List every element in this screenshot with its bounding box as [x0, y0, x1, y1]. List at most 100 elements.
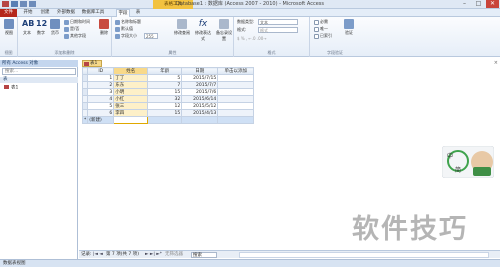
- record-nav-label: 记录:: [81, 252, 92, 257]
- tab-file[interactable]: 文件: [0, 9, 17, 17]
- column-header-add[interactable]: 单击以添加: [217, 67, 255, 75]
- group-add-delete: AB 文本 12 数字 货币 日期和时间 是/否 其他字段 删除 添加和删除: [18, 17, 112, 57]
- text-field-button[interactable]: AB 文本: [21, 19, 35, 41]
- validation-icon: [344, 19, 354, 29]
- watermark: 软件技巧: [352, 214, 468, 245]
- ribbon-tabs: 文件 开始 创建 外部数据 数据库工具 字段 表: [0, 9, 500, 17]
- maximize-button[interactable]: □: [472, 0, 485, 8]
- required-checkbox[interactable]: 必需: [314, 19, 328, 25]
- tab-database-tools[interactable]: 数据库工具: [79, 9, 107, 17]
- tab-table1[interactable]: 表1: [82, 60, 102, 67]
- default-value-icon: [115, 26, 120, 32]
- status-text: 数据表视图: [3, 261, 26, 266]
- ime-toolbar[interactable]: 中 简: [442, 146, 494, 178]
- tab-home[interactable]: 开始: [20, 9, 36, 17]
- tab-fields[interactable]: 字段: [116, 9, 130, 17]
- table-icon: [84, 62, 89, 66]
- text-ab-icon: AB: [22, 19, 35, 28]
- nav-search-input[interactable]: 搜索...: [2, 68, 76, 75]
- more-fields-button[interactable]: 其他字段: [64, 33, 86, 39]
- unique-checkbox[interactable]: 唯一: [314, 26, 328, 32]
- data-type-select[interactable]: 文本: [258, 19, 298, 25]
- column-header-age[interactable]: 年龄: [147, 67, 183, 75]
- field-size-icon: [115, 33, 120, 39]
- table-row[interactable]: 1 丁丁 5 2015/7/15: [81, 74, 255, 82]
- record-search-input[interactable]: 搜索: [191, 252, 217, 258]
- table-row[interactable]: 5 张三 12 2015/5/12: [81, 102, 255, 110]
- tab-create[interactable]: 创建: [38, 9, 52, 17]
- delete-icon: [99, 19, 109, 29]
- column-header-name[interactable]: 姓名: [113, 67, 149, 75]
- table-row[interactable]: 2 东东 7 2015/7/7: [81, 81, 255, 89]
- close-document-icon[interactable]: ×: [494, 60, 498, 66]
- minimize-button[interactable]: –: [458, 0, 471, 8]
- calendar-icon: [64, 19, 69, 25]
- yes-no-button[interactable]: 是/否: [64, 26, 79, 32]
- next-record-icon[interactable]: ► ►| ►*: [145, 251, 162, 259]
- modify-expression-button[interactable]: fx 修改表达式: [194, 19, 212, 41]
- nav-pane-header[interactable]: 所有 Access 对象: [0, 60, 78, 67]
- currency-field-button[interactable]: 货币: [49, 19, 61, 41]
- checkbox-icon: [314, 26, 319, 32]
- view-button[interactable]: 视图: [3, 19, 15, 41]
- field-size-label: 字段大小: [115, 33, 137, 39]
- tab-table[interactable]: 表: [133, 9, 143, 17]
- record-position[interactable]: 第 7 项(共 7 项): [106, 251, 139, 259]
- new-record-row[interactable]: * (新建): [81, 116, 255, 124]
- title-bar: 表格工具 Database1 : 数据库 (Access 2007 - 2010…: [0, 0, 500, 9]
- navigation-pane: 所有 Access 对象 搜索... 表 表1: [0, 60, 78, 259]
- format-select[interactable]: 格式: [258, 27, 298, 33]
- date-time-button[interactable]: 日期和时间: [64, 19, 90, 25]
- group-formatting: 数据类型: 文本 格式: 格式 $ % , ←.0 .00→ 格式: [234, 17, 310, 57]
- group-properties: 名称和标题 默认值 字段大小 255 修改查阅 fx 修改表达式 备忘录设置 属…: [112, 17, 234, 57]
- number-12-icon: 12: [36, 19, 48, 28]
- ribbon: 视图 视图 AB 文本 12 数字 货币 日期和时间 是/否 其他字段 删除 添…: [0, 17, 500, 57]
- checkbox-icon: [314, 19, 319, 25]
- column-header-date[interactable]: 日期: [181, 67, 219, 75]
- data-type-label: 数据类型:: [237, 19, 255, 24]
- table-row[interactable]: 4 小红 32 2015/6/14: [81, 95, 255, 103]
- lookup-icon: [177, 19, 187, 29]
- table-icon: [4, 85, 9, 89]
- checkbox-icon: [64, 26, 69, 32]
- close-button[interactable]: ✕: [486, 0, 499, 8]
- ime-mode-char: 中: [447, 152, 453, 160]
- table-row[interactable]: 3 小明 15 2015/7/6: [81, 88, 255, 96]
- field-size-input[interactable]: 255: [144, 33, 158, 39]
- indexed-checkbox[interactable]: 已索引: [314, 33, 332, 39]
- datasheet: ID 姓名 年龄 日期 单击以添加 1 丁丁 5 2015/7/15 2 东东 7 2015…: [81, 67, 255, 124]
- group-field-validation: 必需 唯一 已索引 验证 字段验证: [310, 17, 360, 57]
- name-tag-icon: [115, 19, 120, 25]
- default-value-button[interactable]: 默认值: [115, 26, 133, 32]
- table-row[interactable]: 6 李四 15 2015/4/13: [81, 109, 255, 117]
- record-navigator: 记录: |◄ ◄ 第 7 项(共 7 项) ► ►| ►* 无筛选器 搜索: [79, 250, 500, 258]
- validation-button[interactable]: 验证: [342, 19, 356, 41]
- new-record-label[interactable]: (新建): [87, 116, 115, 124]
- memo-icon: [219, 19, 229, 29]
- delete-field-button[interactable]: 删除: [98, 19, 110, 41]
- more-fields-icon: [64, 33, 69, 39]
- column-header-id[interactable]: ID: [87, 67, 115, 75]
- ime-script-char: 简: [455, 166, 461, 174]
- checkbox-icon: [314, 33, 319, 39]
- memo-settings-button[interactable]: 备忘录设置: [215, 19, 233, 41]
- first-record-icon[interactable]: |◄ ◄: [93, 251, 103, 259]
- datasheet-view-icon: [4, 19, 14, 29]
- nav-group-tables[interactable]: 表: [0, 77, 78, 83]
- currency-icon: [50, 19, 60, 29]
- name-caption-button[interactable]: 名称和标题: [115, 19, 141, 25]
- active-cell[interactable]: [113, 116, 149, 124]
- number-field-button[interactable]: 12 数字: [35, 19, 47, 41]
- group-views: 视图 视图: [0, 17, 18, 57]
- filter-indicator[interactable]: 无筛选器: [165, 251, 183, 259]
- fx-icon: fx: [198, 19, 208, 29]
- window-title: Database1 : 数据库 (Access 2007 - 2010) - M…: [176, 1, 324, 7]
- tab-external-data[interactable]: 外部数据: [55, 9, 77, 17]
- format-label: 格式:: [237, 27, 247, 32]
- nav-item-table1[interactable]: 表1: [4, 85, 18, 91]
- status-bar: 数据表视图: [0, 259, 500, 267]
- header-row: ID 姓名 年龄 日期 单击以添加: [81, 67, 255, 75]
- horizontal-scrollbar[interactable]: [239, 252, 489, 258]
- modify-lookups-button[interactable]: 修改查阅: [174, 19, 190, 41]
- format-buttons[interactable]: $ % , ←.0 .00→: [237, 36, 267, 42]
